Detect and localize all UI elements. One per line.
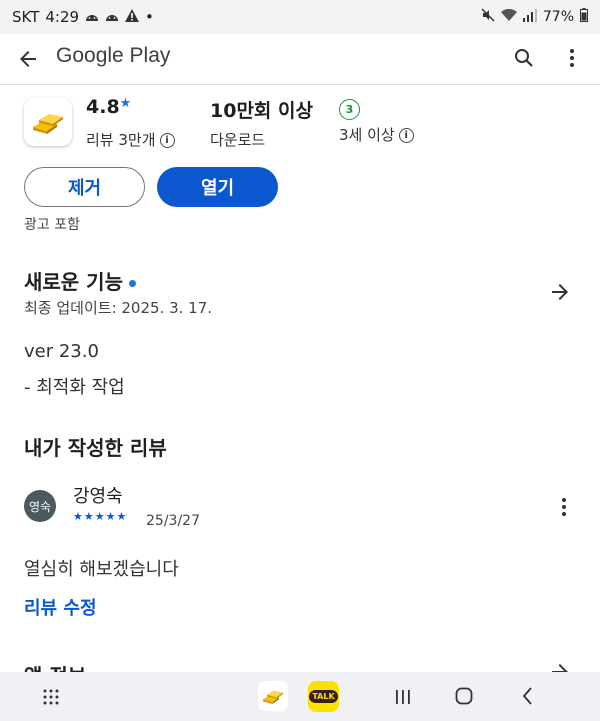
rating-value: 4.8★ [86,96,131,118]
status-bar: SKT 4:29 • 77% [0,0,600,34]
status-right: 77% [481,8,588,26]
clock: 4:29 [45,8,80,26]
open-button[interactable]: 열기 [157,167,278,207]
warning-icon [125,8,140,26]
kakaotalk-label: TALK [309,690,338,703]
page-title: Google Play [56,44,171,67]
battery-icon [580,8,588,26]
edit-review-link[interactable]: 리뷰 수정 [24,594,97,620]
app-icon [24,98,72,146]
apps-grid-icon[interactable] [42,688,60,706]
reviewer-name: 강영숙 [73,486,123,507]
downloads-count: 10만회 이상 [210,100,313,122]
carrier-label: SKT [12,8,40,26]
info-icon[interactable]: i [159,133,175,148]
notification-android-icon-2 [105,10,119,25]
dock-gold-app-icon[interactable] [258,681,288,711]
info-icon-age[interactable]: i [398,128,414,143]
status-dot: • [145,8,154,26]
last-updated: 최종 업데이트: 2025. 3. 17. [24,299,213,317]
review-more-icon[interactable] [554,495,574,519]
my-review-title: 내가 작성한 리뷰 [24,436,167,460]
rating-number: 4.8 [86,96,120,118]
review-date: 25/3/27 [146,513,200,529]
nav-back-icon[interactable] [518,686,538,706]
downloads-label: 다운로드 [210,131,266,149]
battery-level: 77% [542,9,574,25]
home-icon[interactable] [454,686,474,706]
more-options-icon[interactable] [560,46,584,70]
star-icon: ★ [119,96,132,111]
reviews-count[interactable]: 리뷰 3만개 i [86,129,175,150]
mute-icon [481,8,495,26]
age-rating[interactable]: 3세 이상 i [339,124,414,145]
whats-new-label: 새로운 기능 [24,270,123,294]
back-arrow-icon[interactable] [16,47,40,71]
recent-apps-icon[interactable] [393,687,413,707]
review-text: 열심히 해보겠습니다 [24,559,179,580]
version-text: ver 23.0 [24,341,99,362]
wifi-icon [500,8,517,26]
whats-new-title[interactable]: 새로운 기능 [24,266,136,295]
new-indicator-dot [128,280,136,287]
contains-ads-label: 광고 포함 [24,217,80,233]
avatar: 영숙 [24,490,56,522]
uninstall-button[interactable]: 제거 [24,167,145,207]
app-bar: Google Play [0,34,600,85]
age-rating-badge: 3 [339,99,360,120]
release-note: - 최적화 작업 [24,377,125,398]
system-nav-bar: TALK [0,672,600,721]
signal-icon [522,8,537,26]
status-left: SKT 4:29 • [12,8,154,26]
age-rating-label: 3세 이상 [339,126,395,144]
notification-android-icon [85,10,99,25]
kakaotalk-app-icon[interactable]: TALK [308,681,339,712]
reviews-label: 리뷰 3만개 [86,131,156,149]
gold-bars-icon [33,114,63,134]
arrow-right-icon[interactable] [548,280,572,304]
review-stars: ★★★★★ [73,510,128,523]
search-icon[interactable] [512,46,536,70]
